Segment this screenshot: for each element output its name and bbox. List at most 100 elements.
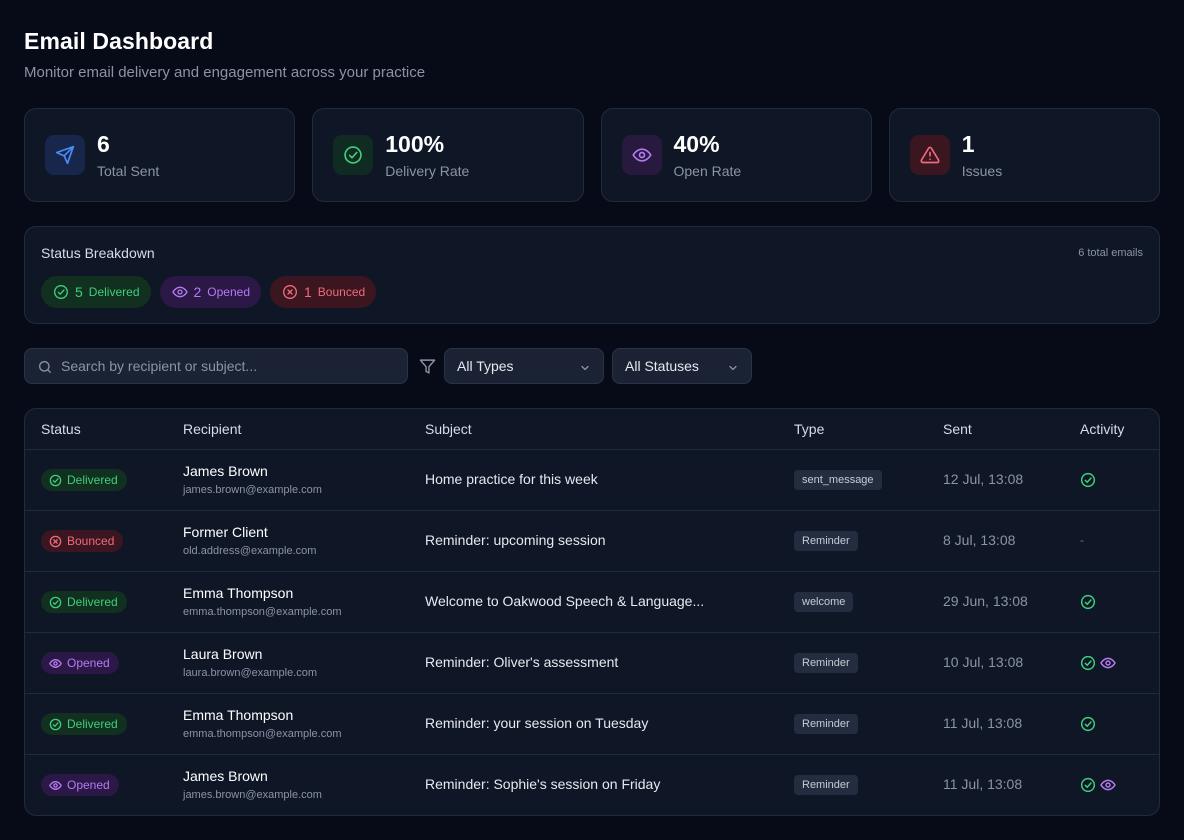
send-icon xyxy=(45,135,85,175)
column-header-type[interactable]: Type xyxy=(794,421,824,437)
type-select-value: All Types xyxy=(457,358,514,374)
type-tag: Reminder xyxy=(794,653,858,673)
stats-row: 6 Total Sent 100% Delivery Rate 40% Open… xyxy=(24,108,1160,202)
table-row[interactable]: Opened Laura Brown laura.brown@example.com… xyxy=(25,633,1159,694)
stat-label: Delivery Rate xyxy=(385,163,470,179)
email-subject: Home practice for this week xyxy=(425,471,598,487)
check-circle-icon xyxy=(49,718,62,730)
column-header-activity[interactable]: Activity xyxy=(1080,421,1124,437)
recipient-email: emma.thompson@example.com xyxy=(183,728,342,740)
stat-value: 40% xyxy=(673,131,720,157)
check-circle-icon xyxy=(333,135,374,175)
activity-icons xyxy=(1080,655,1116,671)
eye-icon xyxy=(49,780,62,790)
column-header-sent[interactable]: Sent xyxy=(943,421,972,437)
delivered-check-icon xyxy=(1080,594,1096,610)
activity-icons xyxy=(1080,472,1096,488)
recipient-email: emma.thompson@example.com xyxy=(183,606,342,618)
column-header-recipient[interactable]: Recipient xyxy=(183,421,241,437)
check-circle-icon xyxy=(54,285,68,299)
stat-label: Total Sent xyxy=(97,163,160,179)
filter-bar: All Types All Statuses xyxy=(24,348,1160,384)
table-row[interactable]: Delivered James Brown james.brown@example.… xyxy=(25,450,1159,511)
stat-value: 100% xyxy=(385,131,445,157)
sent-time: 12 Jul, 13:08 xyxy=(943,471,1024,487)
status-badge-label: Delivered xyxy=(67,595,118,609)
breakdown-pills: 5 Delivered 2 Opened 1 Bounced xyxy=(41,276,377,308)
sent-time: 10 Jul, 13:08 xyxy=(943,654,1024,670)
sent-time: 11 Jul, 13:08 xyxy=(943,715,1023,731)
alert-triangle-icon xyxy=(909,135,950,175)
email-subject: Reminder: upcoming session xyxy=(425,532,606,548)
stat-value: 6 xyxy=(97,131,110,157)
status-badge: Opened xyxy=(41,774,119,796)
table-row[interactable]: Delivered Emma Thompson emma.thompson@exam… xyxy=(25,694,1159,755)
stat-label: Issues xyxy=(961,163,1003,179)
x-circle-icon xyxy=(283,285,297,299)
type-tag: Reminder xyxy=(794,714,858,734)
search-icon xyxy=(39,361,51,373)
search-box[interactable] xyxy=(24,348,408,384)
eye-icon xyxy=(49,658,62,668)
page-subtitle: Monitor email delivery and engagement ac… xyxy=(24,64,426,81)
opened-eye-icon xyxy=(1100,779,1116,791)
stat-card-total-sent: 6 Total Sent xyxy=(24,108,296,202)
breakdown-title: Status Breakdown xyxy=(41,245,155,261)
type-tag: welcome xyxy=(794,592,854,612)
pill-delivered[interactable]: 5 Delivered xyxy=(41,276,151,308)
sent-time: 11 Jul, 13:08 xyxy=(943,776,1023,792)
type-tag: Reminder xyxy=(794,531,858,551)
status-badge: Delivered xyxy=(41,591,127,613)
stat-card-open-rate: 40% Open Rate xyxy=(600,108,872,202)
table-row[interactable]: Bounced Former Client old.address@example.… xyxy=(25,511,1159,572)
filter-icon xyxy=(419,359,436,374)
status-breakdown-panel: Status Breakdown 6 total emails 5 Delive… xyxy=(24,226,1160,324)
status-badge-label: Opened xyxy=(67,778,110,792)
page-title: Email Dashboard xyxy=(24,28,214,54)
column-header-status[interactable]: Status xyxy=(41,421,81,437)
recipient-name: Laura Brown xyxy=(183,646,263,662)
chevron-down-icon xyxy=(581,365,589,371)
table-row[interactable]: Opened James Brown james.brown@example.com… xyxy=(25,755,1159,815)
sent-time: 29 Jun, 13:08 xyxy=(943,593,1028,609)
status-select[interactable]: All Statuses xyxy=(612,348,752,384)
activity-icons: - xyxy=(1080,533,1084,547)
recipient-email: laura.brown@example.com xyxy=(183,667,318,679)
type-tag: Reminder xyxy=(794,775,858,795)
stat-card-delivery-rate: 100% Delivery Rate xyxy=(312,108,584,202)
pill-label: Opened xyxy=(207,285,250,299)
email-subject: Reminder: Oliver's assessment xyxy=(425,654,619,670)
status-badge-label: Delivered xyxy=(67,717,118,731)
recipient-name: Emma Thompson xyxy=(183,707,294,723)
eye-icon xyxy=(171,286,188,298)
pill-opened[interactable]: 2 Opened xyxy=(159,276,261,308)
table-row[interactable]: Delivered Emma Thompson emma.thompson@exam… xyxy=(25,572,1159,633)
sent-time: 8 Jul, 13:08 xyxy=(943,532,1016,548)
search-input[interactable] xyxy=(61,349,401,383)
status-badge-label: Bounced xyxy=(67,534,115,548)
no-activity: - xyxy=(1080,533,1084,547)
recipient-email: james.brown@example.com xyxy=(183,484,322,496)
table-header: Status Recipient Subject Type Sent Activ… xyxy=(25,409,1159,450)
status-badge: Delivered xyxy=(41,713,127,735)
status-badge: Opened xyxy=(41,652,119,674)
email-subject: Reminder: Sophie's session on Friday xyxy=(425,776,661,792)
activity-icons xyxy=(1080,777,1116,793)
stat-card-issues: 1 Issues xyxy=(888,108,1160,202)
pill-count: 2 xyxy=(193,284,202,300)
status-select-value: All Statuses xyxy=(625,358,699,374)
recipient-name: Former Client xyxy=(183,524,268,540)
check-circle-icon xyxy=(49,474,62,486)
chevron-down-icon xyxy=(729,365,737,371)
email-subject: Welcome to Oakwood Speech & Language... xyxy=(425,593,705,609)
pill-label: Bounced xyxy=(317,285,366,299)
recipient-name: Emma Thompson xyxy=(183,585,294,601)
opened-eye-icon xyxy=(1100,657,1116,669)
column-header-subject[interactable]: Subject xyxy=(425,421,472,437)
type-select[interactable]: All Types xyxy=(444,348,604,384)
delivered-check-icon xyxy=(1080,716,1096,732)
delivered-check-icon xyxy=(1080,655,1096,671)
activity-icons xyxy=(1080,594,1096,610)
pill-bounced[interactable]: 1 Bounced xyxy=(270,276,377,308)
eye-icon xyxy=(621,135,662,175)
